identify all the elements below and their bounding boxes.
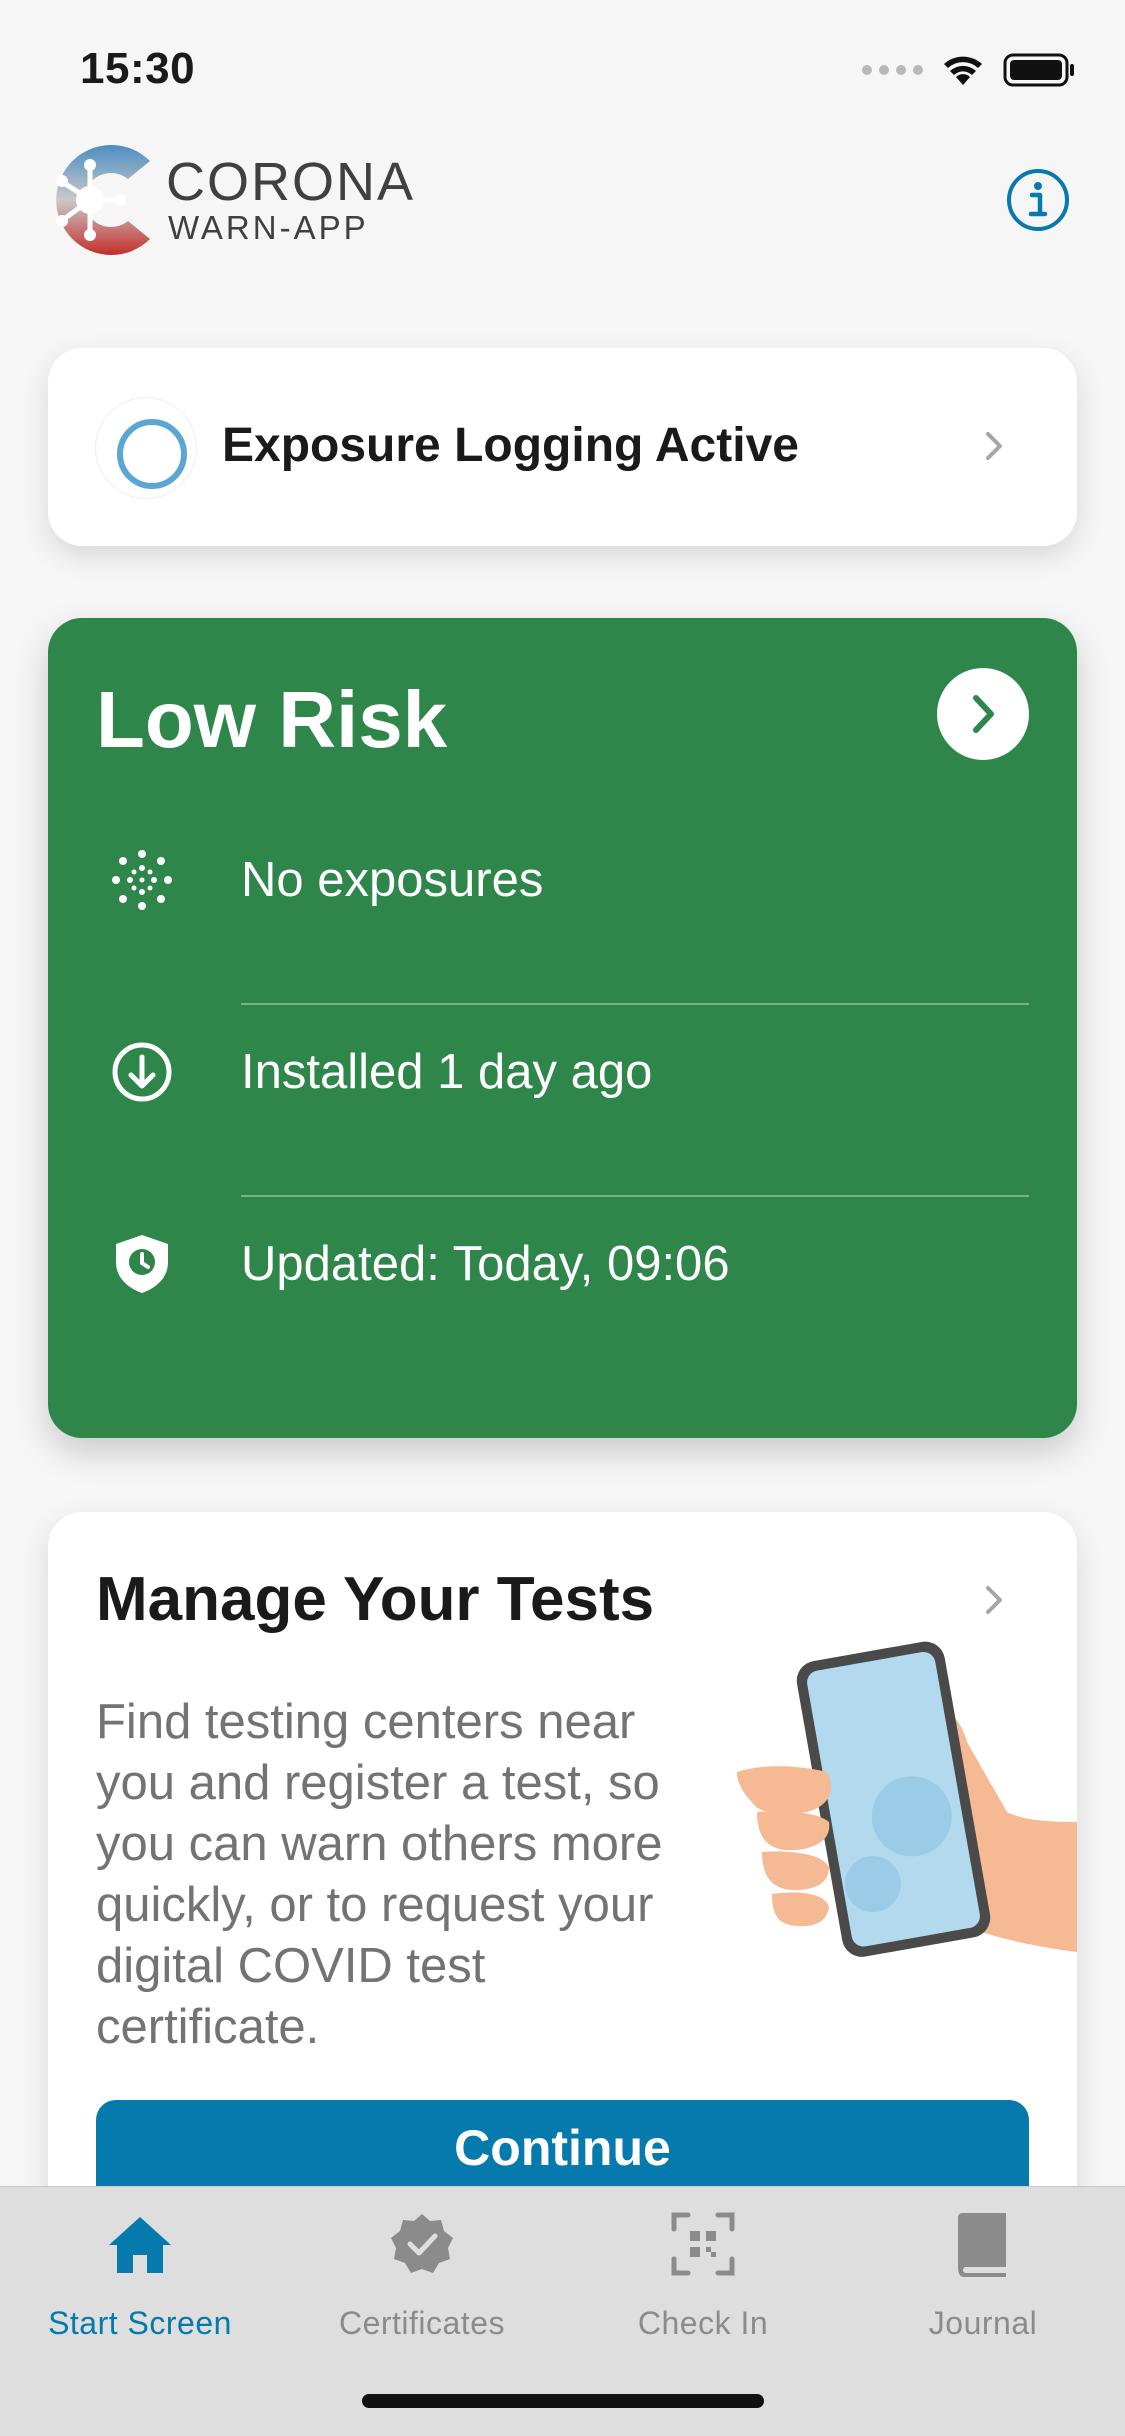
risk-row-text: Updated: Today, 09:06 (241, 1237, 730, 1291)
status-bar: 15:30 (0, 0, 1125, 135)
info-button[interactable] (1005, 167, 1071, 233)
qr-scan-icon (671, 2212, 735, 2276)
battery-icon (1003, 53, 1074, 87)
start-screen: 15:30 CORONA WARN-APP Exposure Logging A… (0, 0, 1125, 2436)
corona-warn-app-logo: CORONA WARN-APP (46, 137, 466, 263)
exposure-logging-label: Exposure Logging Active (222, 419, 799, 472)
exposure-logging-card[interactable]: Exposure Logging Active (48, 348, 1077, 546)
tab-certificates[interactable]: Certificates (282, 2209, 562, 2359)
tests-description: Find testing centers near you and regist… (96, 1695, 663, 2054)
risk-row-text: No exposures (241, 853, 544, 907)
tab-label: Start Screen (48, 2305, 232, 2341)
tab-journal[interactable]: Journal (843, 2209, 1123, 2359)
risk-row-text: Installed 1 day ago (241, 1045, 653, 1099)
logo-text-corona: CORONA (166, 152, 416, 212)
logo-text-warn-app: WARN-APP (168, 209, 369, 246)
home-indicator[interactable] (362, 2394, 764, 2408)
book-icon (958, 2213, 1006, 2277)
risk-title: Low Risk (96, 675, 448, 764)
risk-row-updated: Updated: Today, 09:06 (48, 1168, 1077, 1358)
tab-label: Certificates (338, 2305, 506, 2341)
wifi-icon (944, 56, 982, 85)
cellular-signal-icon (862, 65, 923, 75)
virus-icon (112, 850, 172, 910)
risk-row-installed: Installed 1 day ago (48, 976, 1077, 1166)
tab-label: Check In (637, 2305, 769, 2341)
app-header: CORONA WARN-APP (0, 135, 1125, 275)
chevron-right-icon (986, 1586, 1002, 1614)
risk-details-button[interactable] (937, 668, 1029, 760)
tab-label: Journal (928, 2305, 1038, 2341)
download-icon (112, 1042, 172, 1102)
risk-row-exposures: No exposures (48, 784, 1077, 974)
certificate-icon (391, 2214, 453, 2273)
tests-title: Manage Your Tests (96, 1565, 655, 1634)
status-time: 15:30 (80, 44, 196, 93)
home-icon (109, 2217, 171, 2273)
chevron-right-icon (986, 432, 1002, 460)
exposure-status-ring-icon (96, 398, 196, 498)
status-icons (862, 48, 1077, 92)
risk-card[interactable]: Low Risk No exposures Installed 1 day ag… (48, 618, 1077, 1438)
hand-holding-phone-illustration (737, 1641, 1077, 1957)
chevron-right-icon (973, 695, 994, 733)
shield-clock-icon (116, 1235, 168, 1293)
tab-check-in[interactable]: Check In (563, 2209, 843, 2359)
tab-start-screen[interactable]: Start Screen (0, 2209, 280, 2359)
logo-c-icon (56, 145, 150, 255)
